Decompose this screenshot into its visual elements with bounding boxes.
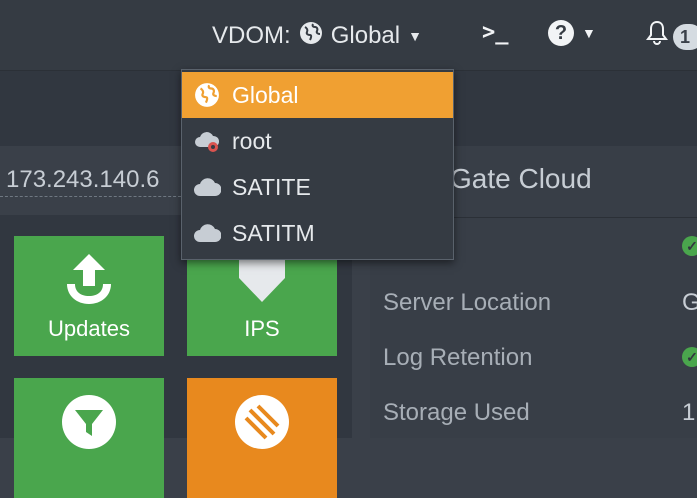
notification-badge: 1 bbox=[673, 24, 697, 50]
updates-tile[interactable]: Updates bbox=[14, 236, 164, 356]
chevron-down-icon: ▼ bbox=[582, 25, 596, 41]
circuit-icon bbox=[235, 395, 289, 449]
vdom-selector[interactable]: VDOM: Global ▼ bbox=[182, 5, 452, 67]
log-retention-label: Log Retention bbox=[383, 344, 533, 371]
bell-icon bbox=[646, 20, 668, 45]
help-menu-button[interactable]: ? ▼ bbox=[548, 20, 596, 46]
cloud-gear-icon bbox=[182, 129, 232, 153]
vdom-label: VDOM: bbox=[212, 22, 291, 49]
vdom-option-label: root bbox=[232, 127, 272, 154]
vdom-value: Global bbox=[330, 22, 401, 49]
vdom-option-satitm[interactable]: SATITM bbox=[182, 210, 453, 256]
vdom-option-satite[interactable]: SATITE bbox=[182, 164, 453, 210]
storage-used-value: 1 bbox=[682, 399, 696, 426]
cloud-icon bbox=[182, 176, 232, 198]
vdom-option-root[interactable]: root bbox=[182, 118, 453, 164]
vdom-option-label: SATITE bbox=[232, 173, 311, 200]
vdom-option-label: Global bbox=[232, 81, 299, 108]
updates-label: Updates bbox=[48, 316, 130, 341]
cli-console-button[interactable]: >_ bbox=[482, 20, 509, 45]
globe-icon bbox=[182, 82, 232, 108]
ip-underline bbox=[0, 196, 186, 197]
upload-icon bbox=[67, 254, 111, 304]
log-retention-check-icon: ✓ bbox=[682, 347, 697, 367]
web-filter-tile[interactable] bbox=[14, 378, 164, 498]
storage-used-label: Storage Used bbox=[383, 399, 530, 426]
vdom-option-global[interactable]: Global bbox=[182, 72, 453, 118]
ips-label: IPS bbox=[244, 316, 280, 341]
cloud-panel-title: Gate Cloud bbox=[450, 163, 592, 194]
status-check-icon: ✓ bbox=[682, 236, 697, 256]
notifications-button[interactable] bbox=[645, 20, 669, 46]
vdom-option-label: SATITM bbox=[232, 219, 315, 246]
filter-icon bbox=[62, 395, 116, 449]
help-icon: ? bbox=[548, 20, 574, 46]
server-location-value: G bbox=[682, 289, 697, 316]
ip-address: 173.243.140.6 bbox=[6, 166, 160, 193]
ai-tile[interactable] bbox=[187, 378, 337, 498]
server-location-label: Server Location bbox=[383, 289, 552, 316]
terminal-icon: >_ bbox=[482, 20, 509, 45]
globe-icon bbox=[299, 21, 323, 52]
chevron-down-icon: ▼ bbox=[408, 28, 422, 44]
cloud-icon bbox=[182, 222, 232, 244]
vdom-dropdown-menu: Global root SATITE SATITM bbox=[181, 69, 454, 260]
